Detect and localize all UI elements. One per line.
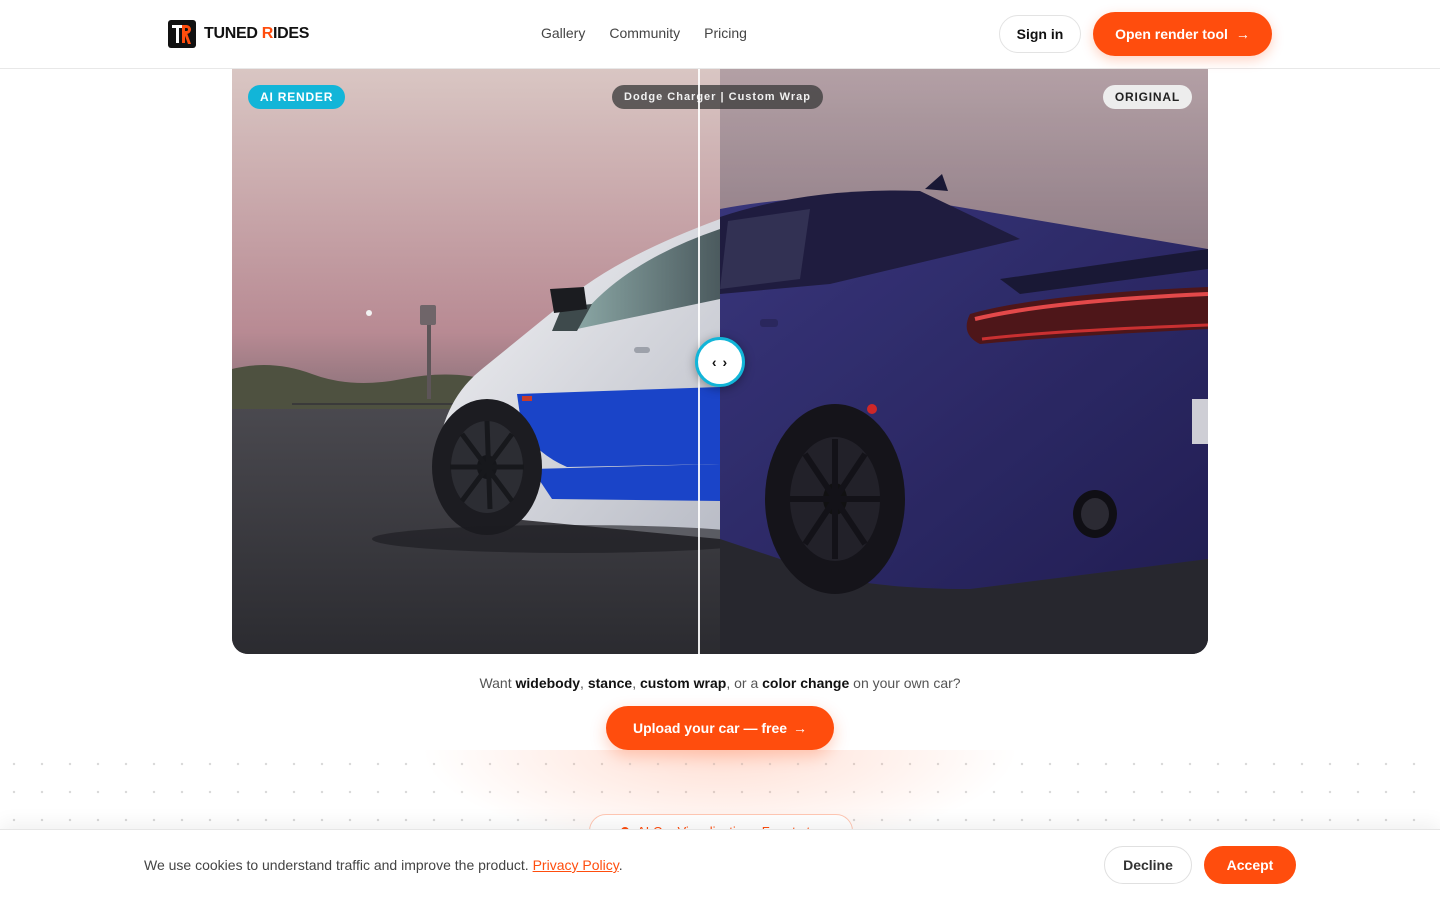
original-badge: ORIGINAL <box>1102 85 1192 109</box>
compare-arrows-icon: ‹ › <box>711 354 729 370</box>
main-nav: Gallery Community Pricing <box>541 25 747 41</box>
nav-gallery[interactable]: Gallery <box>541 25 585 41</box>
upload-car-button[interactable]: Upload your car — free → <box>606 706 834 750</box>
prompt-color-change: color change <box>762 675 850 691</box>
compare-handle[interactable]: ‹ › <box>695 337 745 387</box>
nav-pricing[interactable]: Pricing <box>704 25 747 41</box>
prompt-widebody: widebody <box>515 675 581 691</box>
before-after-viewer[interactable]: AI RENDER Dodge Charger | Custom Wrap OR… <box>232 69 1208 654</box>
sign-in-button[interactable]: Sign in <box>999 15 1081 53</box>
ai-render-badge: AI RENDER <box>248 85 346 109</box>
site-header: TUNED RIDES Gallery Community Pricing Si… <box>0 0 1440 69</box>
open-render-tool-label: Open render tool <box>1115 26 1228 42</box>
brand-logo-link[interactable]: TUNED RIDES <box>168 20 309 48</box>
cookie-banner: We use cookies to understand traffic and… <box>0 829 1440 900</box>
accept-cookies-button[interactable]: Accept <box>1204 846 1296 884</box>
nav-community[interactable]: Community <box>609 25 680 41</box>
decline-cookies-button[interactable]: Decline <box>1104 846 1192 884</box>
prompt-custom-wrap: custom wrap <box>639 675 727 691</box>
tr-logo-icon <box>168 20 196 48</box>
upload-prompt: Want widebody, stance, custom wrap, or a… <box>479 675 961 691</box>
prompt-stance: stance <box>587 675 633 691</box>
privacy-policy-link[interactable]: Privacy Policy <box>533 857 619 873</box>
car-title-badge: Dodge Charger | Custom Wrap <box>612 85 823 109</box>
upload-car-label: Upload your car — free <box>632 720 788 736</box>
ai-render-image <box>232 69 720 654</box>
arrow-right-icon: → <box>1235 26 1250 42</box>
arrow-right-icon: → <box>793 720 808 736</box>
open-render-tool-button[interactable]: Open render tool → <box>1093 12 1272 56</box>
cookie-message: We use cookies to understand traffic and… <box>144 857 623 873</box>
brand-name: TUNED RIDES <box>204 25 310 42</box>
original-image <box>720 69 1208 654</box>
